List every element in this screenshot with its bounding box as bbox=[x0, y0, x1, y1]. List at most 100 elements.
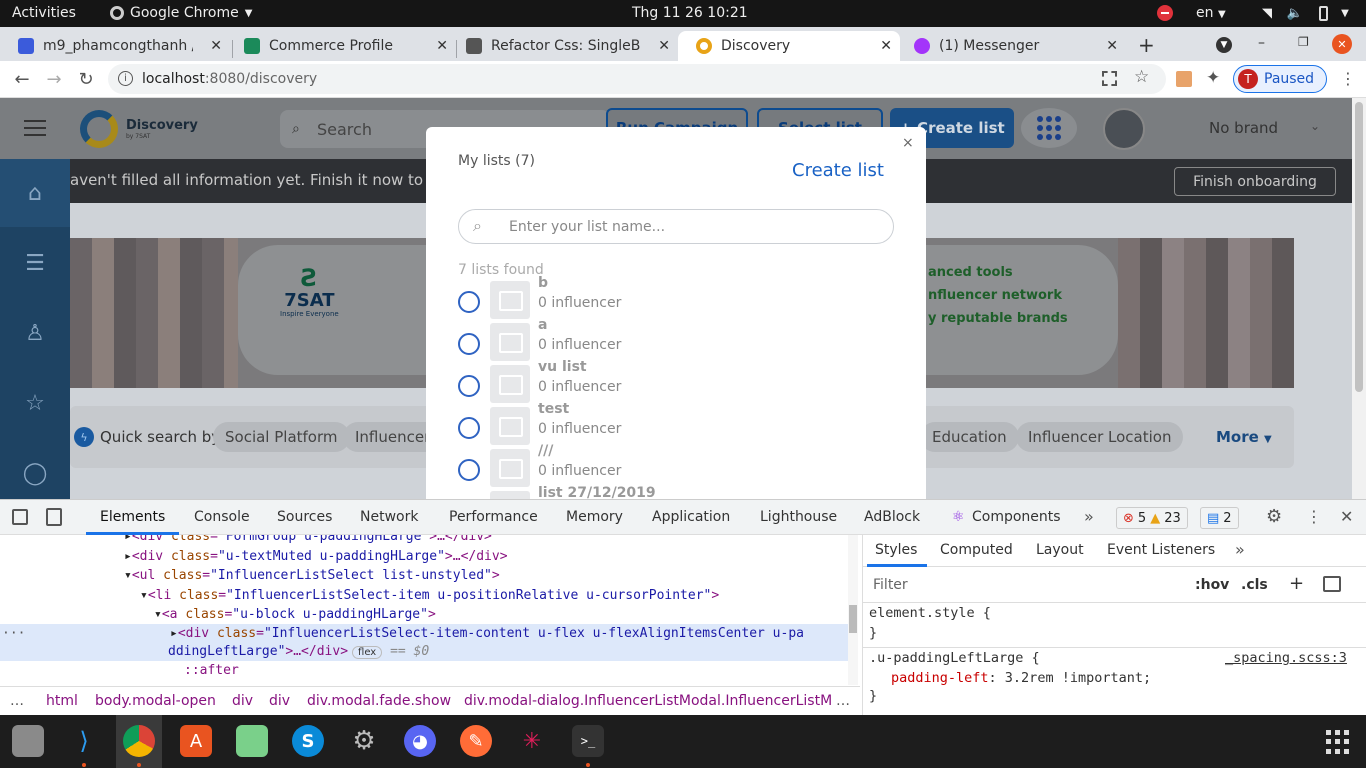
tab-components[interactable]: Components bbox=[972, 509, 1061, 525]
minimize-icon[interactable]: – bbox=[1258, 35, 1265, 51]
tab-application[interactable]: Application bbox=[652, 509, 730, 525]
site-info-icon[interactable]: i bbox=[118, 71, 133, 86]
scrollbar-thumb[interactable] bbox=[849, 605, 857, 633]
language-indicator[interactable]: en ▼ bbox=[1196, 5, 1226, 21]
list-icon[interactable]: ☰ bbox=[20, 248, 50, 278]
scrollbar-thumb[interactable] bbox=[1355, 102, 1363, 392]
radio-button[interactable] bbox=[458, 375, 480, 397]
chip-education[interactable]: Education bbox=[920, 422, 1019, 452]
dom-node[interactable]: ▾<ul class="InfluencerListSelect list-un… bbox=[124, 568, 500, 587]
close-icon[interactable]: ✕ bbox=[880, 38, 892, 54]
breadcrumb-item[interactable]: div.modal-dialog.InfluencerListModal.Inf… bbox=[464, 693, 832, 709]
back-icon[interactable]: ← bbox=[10, 67, 34, 91]
close-icon[interactable]: ✕ bbox=[436, 38, 448, 54]
finish-onboarding-button[interactable]: Finish onboarding bbox=[1174, 167, 1336, 196]
cls-toggle[interactable]: .cls bbox=[1241, 577, 1268, 593]
skype-icon[interactable]: S bbox=[292, 725, 324, 757]
devtools-menu-icon[interactable]: ⋮ bbox=[1306, 507, 1322, 526]
postman-icon[interactable]: ✎ bbox=[460, 725, 492, 757]
chevron-down-icon[interactable]: ⌄ bbox=[1310, 119, 1320, 133]
close-icon[interactable]: ✕ bbox=[658, 38, 670, 54]
star-icon[interactable]: ☆ bbox=[20, 388, 50, 418]
add-rule-icon[interactable]: + bbox=[1289, 573, 1304, 594]
breadcrumb-item[interactable]: div bbox=[232, 693, 253, 709]
radio-button[interactable] bbox=[458, 459, 480, 481]
flex-badge[interactable]: flex bbox=[352, 646, 383, 659]
home-icon[interactable]: ⌂ bbox=[20, 178, 50, 208]
tab-styles[interactable]: Styles bbox=[875, 542, 917, 558]
tab-commerce-profile[interactable]: Commerce Profile ✕ bbox=[226, 31, 456, 61]
breadcrumb-overflow-icon[interactable]: … bbox=[836, 693, 850, 709]
tab-adblock[interactable]: AdBlock bbox=[864, 509, 920, 525]
tab-elements[interactable]: Elements bbox=[100, 509, 165, 525]
more-tabs-icon[interactable]: » bbox=[1084, 507, 1094, 526]
close-icon[interactable]: ✕ bbox=[1340, 507, 1353, 526]
device-toolbar-icon[interactable] bbox=[46, 508, 62, 526]
list-search-input[interactable]: ⌕ Enter your list name... bbox=[458, 209, 894, 244]
tab-discovery[interactable]: Discovery ✕ bbox=[678, 31, 900, 61]
tab-network[interactable]: Network bbox=[360, 509, 418, 525]
forward-icon[interactable]: → bbox=[42, 67, 66, 91]
settings-icon[interactable]: ⚙ bbox=[348, 725, 380, 757]
address-bar[interactable]: i localhost:8080/discovery ☆ bbox=[108, 64, 1166, 94]
tab-memory[interactable]: Memory bbox=[566, 509, 623, 525]
radio-button[interactable] bbox=[458, 333, 480, 355]
inspect-element-icon[interactable] bbox=[12, 509, 28, 525]
do-not-disturb-icon[interactable] bbox=[1156, 4, 1174, 22]
tab-sources[interactable]: Sources bbox=[277, 509, 332, 525]
tab-event-listeners[interactable]: Event Listeners bbox=[1107, 542, 1215, 558]
styles-filter-input[interactable]: Filter bbox=[867, 573, 1187, 597]
chat-icon[interactable]: ◯ bbox=[20, 458, 50, 488]
maximize-icon[interactable]: ❐ bbox=[1298, 35, 1309, 49]
wifi-icon[interactable]: ◥ bbox=[1258, 4, 1276, 22]
radio-button[interactable] bbox=[458, 291, 480, 313]
issues-badge[interactable]: ⊗ 5 ▲ 23 bbox=[1116, 507, 1188, 529]
qr-code-icon[interactable] bbox=[1102, 71, 1117, 86]
chevron-down-icon[interactable]: ▼ bbox=[1336, 4, 1354, 22]
new-tab-icon[interactable]: + bbox=[1138, 33, 1155, 57]
close-icon[interactable]: ✕ bbox=[210, 38, 222, 54]
slack-icon[interactable]: ✳ bbox=[516, 725, 548, 757]
bookmark-star-icon[interactable]: ☆ bbox=[1134, 67, 1149, 87]
window-close-icon[interactable]: ✕ bbox=[1332, 34, 1352, 54]
css-declaration[interactable]: padding-left: 3.2rem !important; bbox=[891, 670, 1151, 686]
tab-computed[interactable]: Computed bbox=[940, 542, 1013, 558]
reload-icon[interactable]: ↻ bbox=[74, 67, 98, 91]
show-applications-icon[interactable] bbox=[1326, 730, 1350, 754]
brand-logo[interactable]: Discovery by 7SAT bbox=[80, 110, 198, 148]
avatar[interactable] bbox=[1103, 108, 1145, 150]
chrome-icon[interactable] bbox=[123, 725, 155, 757]
puzzle-icon[interactable]: ✦ bbox=[1206, 68, 1220, 88]
dom-node[interactable]: ··· bbox=[0, 626, 185, 645]
dom-node[interactable]: ▾<li class="InfluencerListSelect-item u-… bbox=[140, 588, 719, 607]
chip-influencer-location[interactable]: Influencer Location bbox=[1016, 422, 1184, 452]
pseudo-element[interactable]: ::after bbox=[184, 663, 239, 682]
vscode-icon[interactable]: ⟩ bbox=[68, 725, 100, 757]
chip-social-platform[interactable]: Social Platform bbox=[213, 422, 350, 452]
tab-search-icon[interactable]: ▼ bbox=[1216, 37, 1232, 53]
files-icon[interactable] bbox=[12, 725, 44, 757]
battery-icon[interactable] bbox=[1314, 4, 1332, 22]
chrome-menu-icon[interactable]: ⋮ bbox=[1340, 69, 1356, 88]
more-tabs-icon[interactable]: » bbox=[1235, 540, 1245, 559]
tab-messenger[interactable]: (1) Messenger ✕ bbox=[896, 31, 1126, 61]
page-scrollbar[interactable] bbox=[1352, 98, 1366, 499]
menu-icon[interactable] bbox=[24, 120, 46, 136]
tab-performance[interactable]: Performance bbox=[449, 509, 538, 525]
software-icon[interactable]: A bbox=[180, 725, 212, 757]
volume-icon[interactable]: 🔈 bbox=[1286, 4, 1304, 22]
profile-button[interactable]: T Paused bbox=[1233, 65, 1327, 93]
tab-refactor-css[interactable]: Refactor Css: SingleBra ✕ bbox=[448, 31, 678, 61]
css-selector[interactable]: .u-paddingLeftLarge { bbox=[869, 650, 1040, 666]
radio-button[interactable] bbox=[458, 417, 480, 439]
breadcrumb-item[interactable]: html bbox=[46, 693, 78, 709]
breadcrumb-more-icon[interactable]: … bbox=[10, 693, 24, 709]
tab-layout[interactable]: Layout bbox=[1036, 542, 1084, 558]
dom-tree-scrollbar[interactable] bbox=[848, 535, 858, 685]
extension-icon[interactable] bbox=[1176, 71, 1192, 87]
dom-node[interactable]: ▾<a class="u-block u-paddingHLarge"> bbox=[154, 607, 436, 626]
tab-gitlab[interactable]: m9_phamcongthanh / 7 ✕ bbox=[0, 31, 230, 61]
dom-tree[interactable]: ▸<div class="FormGroup u-paddingHLarge">… bbox=[0, 535, 858, 685]
gear-icon[interactable]: ⚙ bbox=[1266, 506, 1282, 527]
sidebar-toggle-icon[interactable] bbox=[1323, 576, 1341, 592]
